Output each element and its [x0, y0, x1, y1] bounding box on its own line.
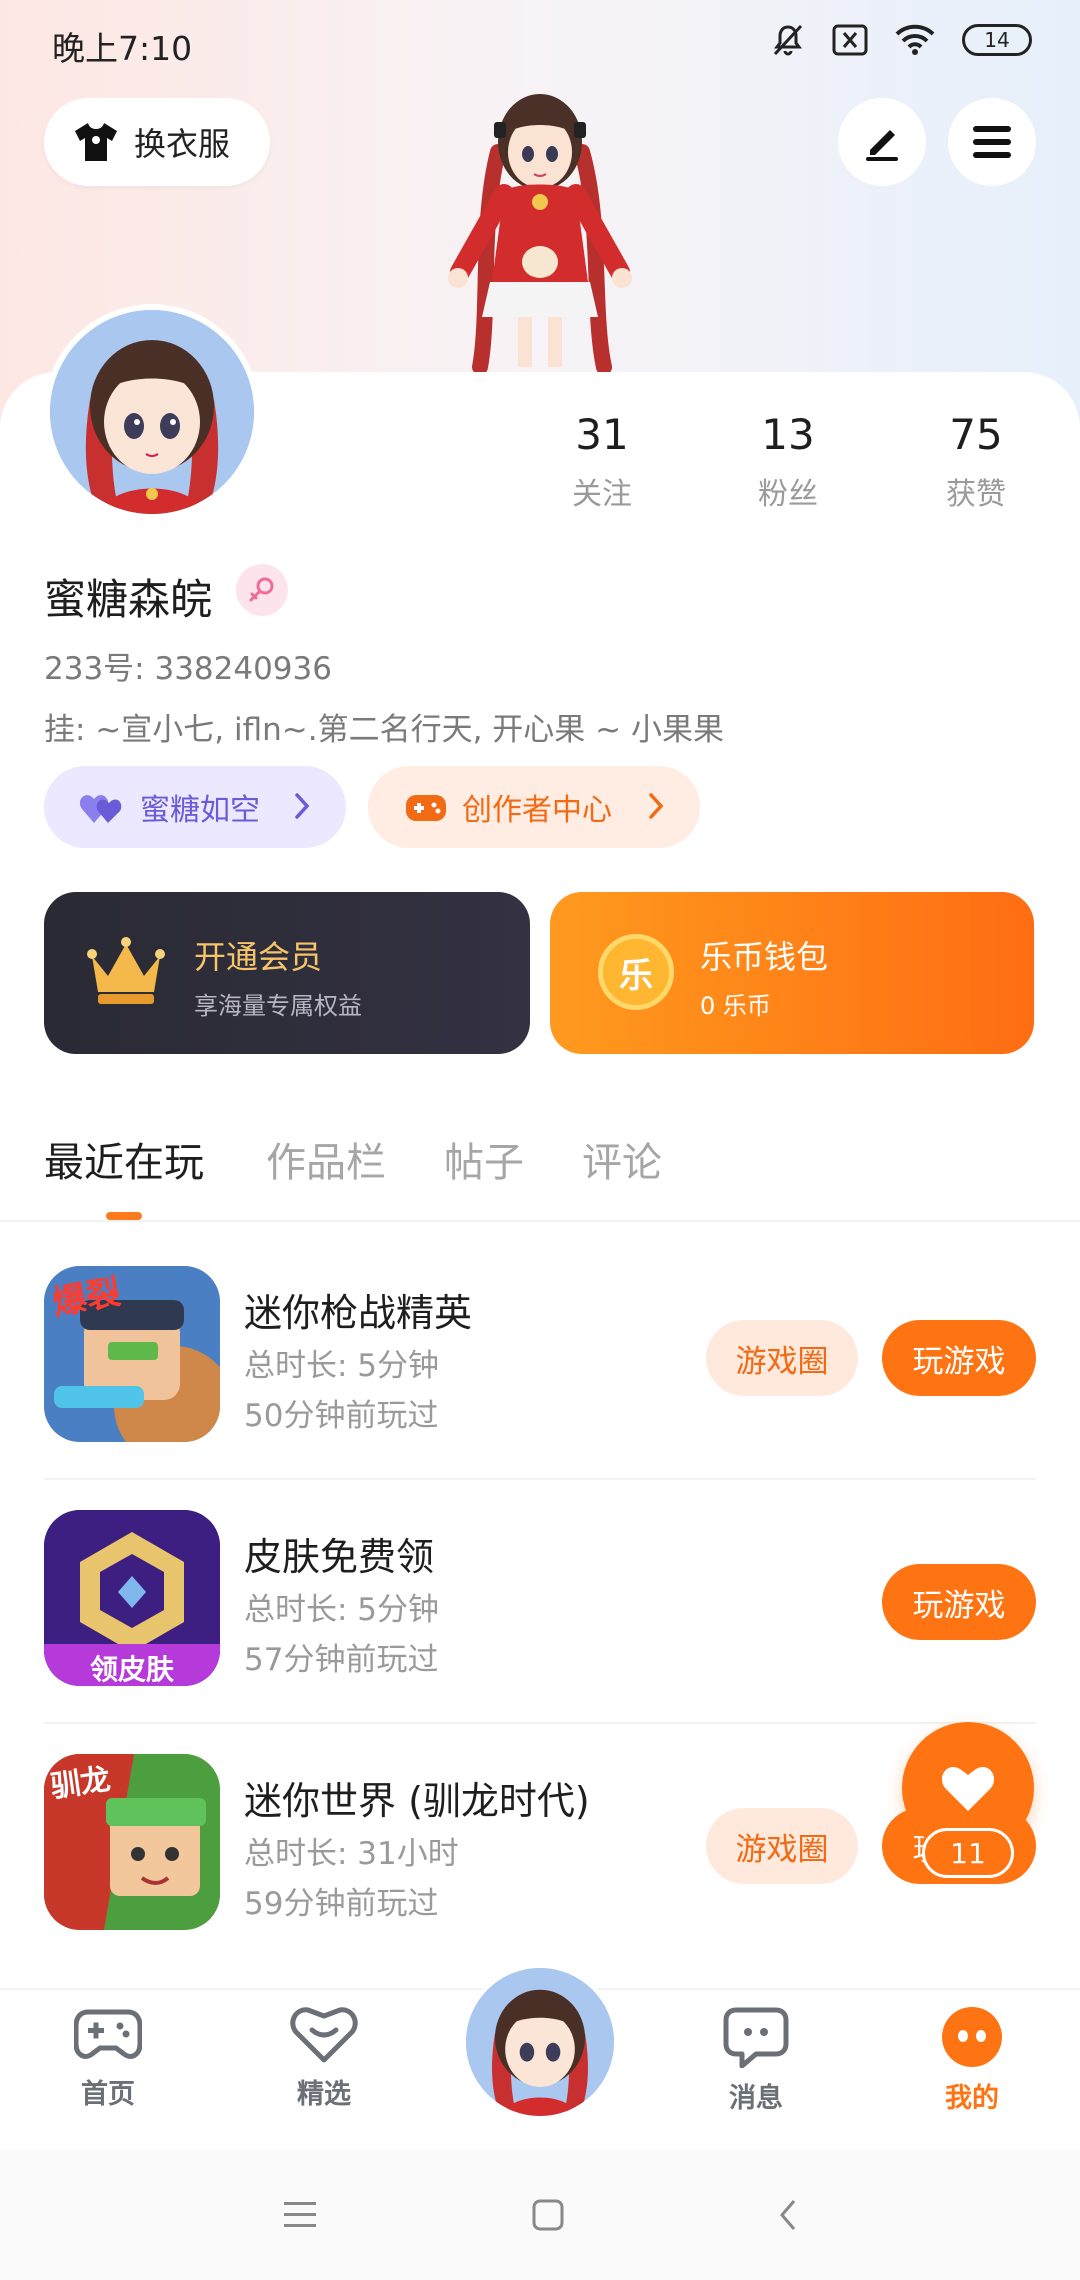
nav-featured[interactable]: 精选: [254, 2006, 394, 2111]
stat-following-label: 关注: [572, 477, 632, 512]
stat-fans-value: 13: [761, 410, 815, 459]
vip-title: 开通会员: [194, 938, 323, 976]
stat-fans-label: 粉丝: [758, 477, 818, 512]
play-game-button[interactable]: 玩游戏: [882, 1320, 1036, 1396]
message-bubble-icon: [723, 2007, 789, 2069]
like-count-badge: 11: [922, 1828, 1014, 1878]
game-row[interactable]: 领皮肤 皮肤免费领 总时长: 5分钟 57分钟前玩过 玩游戏: [0, 1480, 1080, 1724]
play-game-button[interactable]: 玩游戏: [882, 1564, 1036, 1640]
user-id: 233号: 338240936: [44, 651, 332, 687]
home-square-icon[interactable]: [530, 2197, 566, 2233]
battery-indicator: 14: [962, 24, 1032, 56]
wallet-balance: 0 乐币: [700, 992, 771, 1020]
game-last-played: 57分钟前玩过: [244, 1642, 439, 1678]
game-icon-gunfight: 爆裂: [44, 1266, 220, 1442]
game-icon-text: 驯龙: [48, 1761, 113, 1805]
back-icon[interactable]: [776, 2197, 800, 2233]
tabs-divider: [0, 1220, 1080, 1222]
avatar[interactable]: [44, 304, 260, 520]
pendant-text: 挂: ~宣小七, ifln~.第二名行天, 开心果 ~ 小果果: [44, 712, 724, 748]
game-duration: 总时长: 5分钟: [244, 1592, 440, 1628]
coin-icon: 乐: [598, 934, 674, 1010]
tab-recent-played[interactable]: 最近在玩: [44, 1130, 204, 1188]
creator-center-label: 创作者中心: [462, 793, 612, 828]
stat-fans[interactable]: 13 粉丝: [718, 410, 858, 513]
coin-glyph: 乐: [619, 955, 653, 996]
profile-tabs: 最近在玩 作品栏 帖子 评论: [0, 1130, 1080, 1222]
tag-mitang-rukong-button[interactable]: 蜜糖如空: [44, 766, 346, 848]
tab-works[interactable]: 作品栏: [266, 1130, 386, 1188]
stat-following[interactable]: 31 关注: [532, 410, 672, 513]
avatar-image: [50, 310, 254, 514]
nav-messages[interactable]: 消息: [686, 2006, 826, 2115]
game-icon-text: 领皮肤: [89, 1653, 174, 1686]
stat-likes-value: 75: [949, 410, 1003, 459]
menu-button[interactable]: [948, 98, 1036, 186]
heart-chat-icon: [290, 2007, 358, 2063]
hamburger-icon: [973, 126, 1011, 158]
pen-icon: [866, 130, 898, 161]
game-circle-button[interactable]: 游戏圈: [706, 1808, 858, 1884]
status-time: 晚上7:10: [52, 29, 193, 68]
face-icon: [942, 2007, 1002, 2067]
change-outfit-button[interactable]: 换衣服: [44, 98, 270, 186]
avatar-portrait: [50, 310, 254, 514]
game-icon-mini-world: 驯龙: [44, 1754, 220, 1930]
nav-home-label: 首页: [81, 2079, 135, 2110]
stat-following-value: 31: [575, 410, 629, 459]
edit-profile-button[interactable]: [838, 98, 926, 186]
game-last-played: 50分钟前玩过: [244, 1398, 439, 1434]
nav-messages-label: 消息: [729, 2083, 783, 2114]
wallet-title: 乐币钱包: [700, 938, 829, 976]
vip-membership-card[interactable]: 开通会员 享海量专属权益: [44, 892, 530, 1054]
tag-mitang-rukong-label: 蜜糖如空: [140, 793, 260, 828]
game-row[interactable]: 爆裂 迷你枪战精英 总时长: 5分钟 50分钟前玩过 游戏圈 玩游戏: [0, 1236, 1080, 1480]
tab-posts[interactable]: 帖子: [444, 1130, 524, 1188]
game-last-played: 59分钟前玩过: [244, 1886, 439, 1922]
change-outfit-label: 换衣服: [134, 125, 231, 163]
nav-featured-label: 精选: [297, 2079, 351, 2110]
game-duration: 总时长: 31小时: [244, 1836, 459, 1872]
mute-bell-icon: [773, 24, 803, 56]
game-name: 迷你世界 (驯龙时代): [244, 1779, 590, 1823]
status-icons: 14: [770, 22, 1032, 58]
game-duration: 总时长: 5分钟: [244, 1348, 440, 1384]
game-icon-free-skin: 领皮肤: [44, 1510, 220, 1686]
wallet-card[interactable]: 乐 乐币钱包 0 乐币: [550, 892, 1034, 1054]
recent-apps-icon[interactable]: [280, 2198, 320, 2232]
wifi-icon: [895, 24, 935, 55]
nav-home[interactable]: 首页: [38, 2006, 178, 2111]
chevron-right-icon: [295, 793, 310, 819]
crown-icon: [87, 937, 165, 1004]
tab-active-indicator: [106, 1212, 142, 1220]
nav-avatar-portrait: [466, 1968, 614, 2116]
double-heart-icon: [79, 795, 122, 823]
nav-mine[interactable]: 我的: [902, 2006, 1042, 2115]
game-name: 迷你枪战精英: [244, 1291, 473, 1335]
game-name: 皮肤免费领: [244, 1535, 435, 1579]
gamepad-icon: [406, 795, 446, 821]
tshirt-icon: [75, 123, 117, 161]
game-circle-button[interactable]: 游戏圈: [706, 1320, 858, 1396]
heart-icon: [941, 1767, 995, 1811]
nav-mine-label: 我的: [945, 2083, 999, 2114]
sim-error-icon: [832, 24, 868, 56]
stat-likes[interactable]: 75 获赞: [906, 410, 1046, 513]
avatar-character-illustration: [448, 94, 632, 372]
nickname: 蜜糖森皖: [44, 575, 213, 624]
stat-likes-label: 获赞: [946, 477, 1006, 512]
chevron-right-icon: [649, 793, 664, 819]
vip-subtitle: 享海量专属权益: [194, 992, 362, 1020]
status-bar: 晚上7:10 14: [0, 0, 1080, 92]
tab-comments[interactable]: 评论: [582, 1130, 662, 1188]
system-navigation-bar: [0, 2150, 1080, 2280]
gamepad-icon: [73, 2009, 143, 2059]
creator-center-button[interactable]: 创作者中心: [368, 766, 700, 848]
female-gender-icon: [236, 564, 288, 616]
nav-avatar-button[interactable]: [462, 1964, 618, 2120]
